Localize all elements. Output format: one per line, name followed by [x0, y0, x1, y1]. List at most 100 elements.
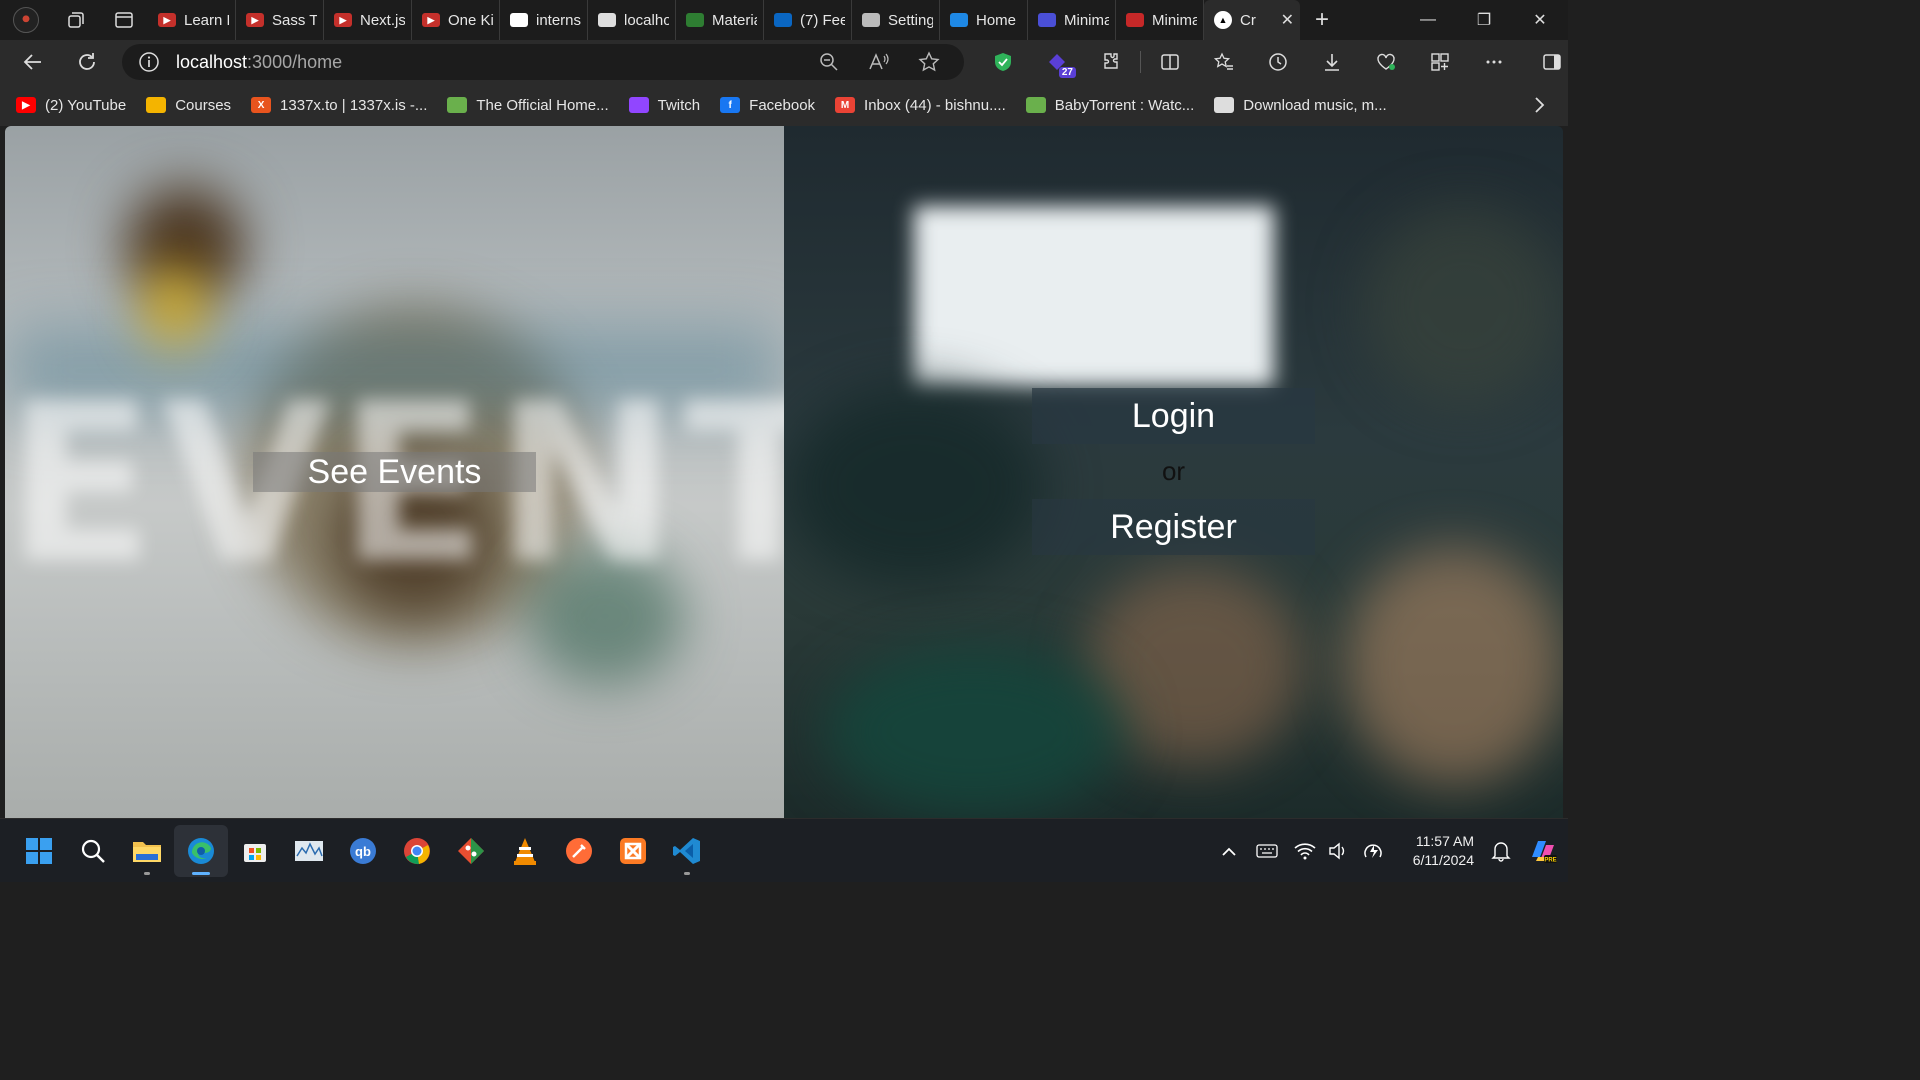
- close-window-button[interactable]: ✕: [1512, 0, 1568, 40]
- refresh-button[interactable]: [60, 40, 114, 84]
- browser-tab[interactable]: Minima: [1028, 0, 1116, 40]
- split-screen-button[interactable]: [1143, 40, 1197, 84]
- browser-tab[interactable]: ▶ Next.js: [324, 0, 412, 40]
- volume-button[interactable]: [1322, 819, 1356, 883]
- vlc-app[interactable]: [498, 825, 552, 877]
- tab-label: localho: [624, 11, 669, 29]
- history-button[interactable]: [1251, 40, 1305, 84]
- restore-button[interactable]: ❐: [1456, 0, 1512, 40]
- downloads-button[interactable]: [1305, 40, 1359, 84]
- heart-pulse-icon: [1377, 53, 1395, 70]
- bookmark-item[interactable]: BabyTorrent : Watc...: [1025, 97, 1194, 114]
- bookmark-item[interactable]: Courses: [146, 97, 231, 114]
- register-button[interactable]: Register: [1032, 499, 1315, 555]
- show-hidden-icons-button[interactable]: [1212, 819, 1246, 883]
- favorites-button[interactable]: [1197, 40, 1251, 84]
- bookmarks-overflow-button[interactable]: [1532, 96, 1546, 119]
- browser-tab[interactable]: Setting: [852, 0, 940, 40]
- favorite-button[interactable]: [904, 44, 954, 80]
- monitor-app[interactable]: [282, 825, 336, 877]
- new-tab-button[interactable]: +: [1300, 0, 1344, 40]
- bookmark-label: Download music, m...: [1243, 96, 1387, 114]
- url-path: :3000/home: [247, 51, 343, 72]
- browser-tab[interactable]: (7) Fee: [764, 0, 852, 40]
- minimize-button[interactable]: —: [1400, 0, 1456, 40]
- git-app[interactable]: [444, 825, 498, 877]
- or-separator-text: or: [1161, 456, 1186, 486]
- postman-app[interactable]: [552, 825, 606, 877]
- login-button[interactable]: Login: [1032, 388, 1315, 444]
- edge-app[interactable]: [174, 825, 228, 877]
- puzzle-icon: [1104, 53, 1118, 69]
- bookmarks-bar: ▶ (2) YouTube Courses X 1337x.to | 1337x.is …: [0, 84, 1568, 126]
- profile-button[interactable]: [0, 0, 52, 40]
- qbittorrent-app[interactable]: qb: [336, 825, 390, 877]
- browser-tab[interactable]: interns: [500, 0, 588, 40]
- x-icon: X: [251, 97, 272, 113]
- browser-essentials-button[interactable]: [1359, 40, 1413, 84]
- site-info-button[interactable]: [122, 51, 176, 73]
- sidebar-toggle-button[interactable]: [1525, 40, 1579, 84]
- browser-tab[interactable]: Minima: [1116, 0, 1204, 40]
- resource-monitor-icon: [295, 841, 323, 861]
- xampp-app[interactable]: [606, 825, 660, 877]
- bookmark-item[interactable]: f Facebook: [720, 97, 815, 114]
- close-tab-icon[interactable]: ✕: [1281, 10, 1294, 30]
- bookmark-item[interactable]: M Inbox (44) - bishnu....: [835, 97, 1006, 114]
- extension-badge: 27: [1058, 67, 1076, 78]
- read-aloud-button[interactable]: [854, 44, 904, 80]
- tab-active[interactable]: ▲ Cr ✕: [1204, 0, 1300, 40]
- address-bar[interactable]: localhost:3000/home: [122, 44, 964, 80]
- shield-extension-button[interactable]: [976, 40, 1030, 84]
- folder-icon: [133, 842, 161, 862]
- workspaces-button[interactable]: [52, 0, 100, 40]
- extension-badge-button[interactable]: 27: [1030, 40, 1084, 84]
- browser-tab[interactable]: localho: [588, 0, 676, 40]
- facebook-icon: f: [720, 97, 741, 113]
- see-events-button[interactable]: See Events: [253, 452, 536, 492]
- tab-label: Minima: [1152, 11, 1197, 29]
- bookmark-item[interactable]: The Official Home...: [447, 97, 609, 114]
- browser-tab[interactable]: ▶ Learn R: [148, 0, 236, 40]
- more-options-button[interactable]: [1467, 40, 1521, 84]
- material-icon: [686, 13, 704, 27]
- browser-tab[interactable]: Materia: [676, 0, 764, 40]
- tab-label: interns: [536, 11, 581, 29]
- bookmark-label: Courses: [175, 96, 232, 114]
- bookmark-item[interactable]: Download music, m...: [1214, 96, 1387, 114]
- pdf-icon: [1126, 13, 1144, 27]
- vscode-app[interactable]: [660, 825, 714, 877]
- start-button[interactable]: [12, 825, 66, 877]
- browser-tab[interactable]: ▶ Sass Tu: [236, 0, 324, 40]
- back-button[interactable]: [6, 40, 60, 84]
- chrome-app[interactable]: [390, 825, 444, 877]
- events-panel[interactable]: EVENTS See Events: [5, 126, 784, 818]
- running-indicator: [684, 872, 690, 875]
- browser-tab[interactable]: ▶ One Ki: [412, 0, 500, 40]
- file-explorer-app[interactable]: [120, 825, 174, 877]
- extensions-button[interactable]: [1084, 40, 1138, 84]
- keyboard-button[interactable]: [1250, 819, 1284, 883]
- chevron-up-icon: [1222, 847, 1236, 856]
- tab-actions-button[interactable]: [100, 0, 148, 40]
- tab-label: Setting: [888, 11, 933, 29]
- store-app[interactable]: [228, 825, 282, 877]
- bookmark-item[interactable]: Twitch: [628, 97, 700, 114]
- battery-button[interactable]: [1356, 819, 1390, 883]
- url-text[interactable]: localhost:3000/home: [176, 52, 342, 73]
- zoom-button[interactable]: [804, 44, 854, 80]
- browser-tab[interactable]: Home: [940, 0, 1028, 40]
- tab-label: Cr: [1240, 11, 1256, 29]
- clock[interactable]: 11:57 AM 6/11/2024: [1390, 832, 1480, 870]
- wifi-button[interactable]: [1288, 819, 1322, 883]
- notifications-button[interactable]: [1484, 819, 1518, 883]
- copilot-button[interactable]: PRE: [1518, 819, 1568, 883]
- app-icon: [1038, 13, 1056, 27]
- system-tray: 11:57 AM 6/11/2024 PRE: [1212, 819, 1568, 883]
- bookmark-item[interactable]: ▶ (2) YouTube: [16, 97, 126, 114]
- taskbar-search-button[interactable]: [66, 825, 120, 877]
- read-aloud-icon: [869, 53, 889, 70]
- collections-button[interactable]: [1413, 40, 1467, 84]
- search-icon: [81, 839, 105, 863]
- bookmark-item[interactable]: X 1337x.to | 1337x.is -...: [251, 97, 427, 114]
